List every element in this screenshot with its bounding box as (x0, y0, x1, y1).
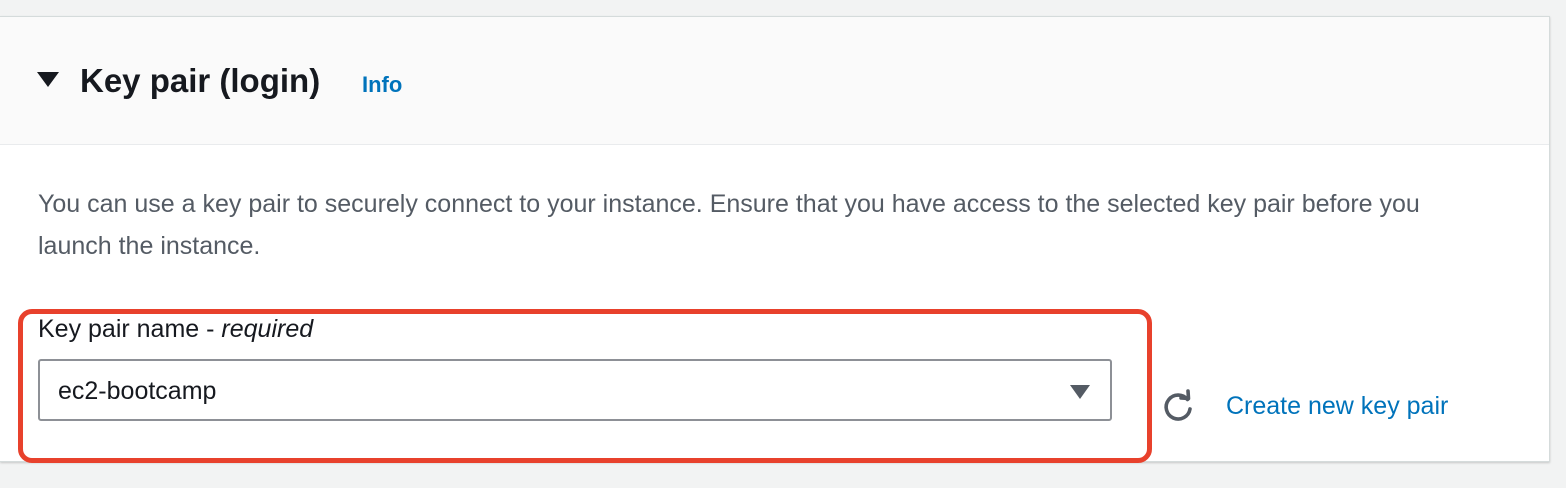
expand-toggle-caret-icon[interactable] (37, 72, 59, 87)
field-label-text: Key pair name (38, 315, 200, 343)
key-pair-panel: Key pair (login) Info You can use a key … (0, 16, 1550, 463)
section-title: Key pair (login) (80, 62, 321, 99)
key-pair-name-label: Key pair name - required (38, 313, 313, 345)
create-new-key-pair-link[interactable]: Create new key pair (1226, 390, 1448, 422)
key-pair-select[interactable]: ec2-bootcamp (38, 359, 1112, 421)
panel-header: Key pair (login) Info (0, 17, 1549, 145)
dropdown-caret-icon (1070, 385, 1090, 399)
refresh-icon[interactable] (1160, 389, 1196, 425)
selected-key-pair: ec2-bootcamp (58, 377, 217, 405)
info-link[interactable]: Info (362, 71, 402, 99)
label-separator: - (199, 315, 222, 343)
required-indicator: required (221, 315, 314, 343)
section-description: You can use a key pair to securely conne… (38, 190, 1420, 260)
